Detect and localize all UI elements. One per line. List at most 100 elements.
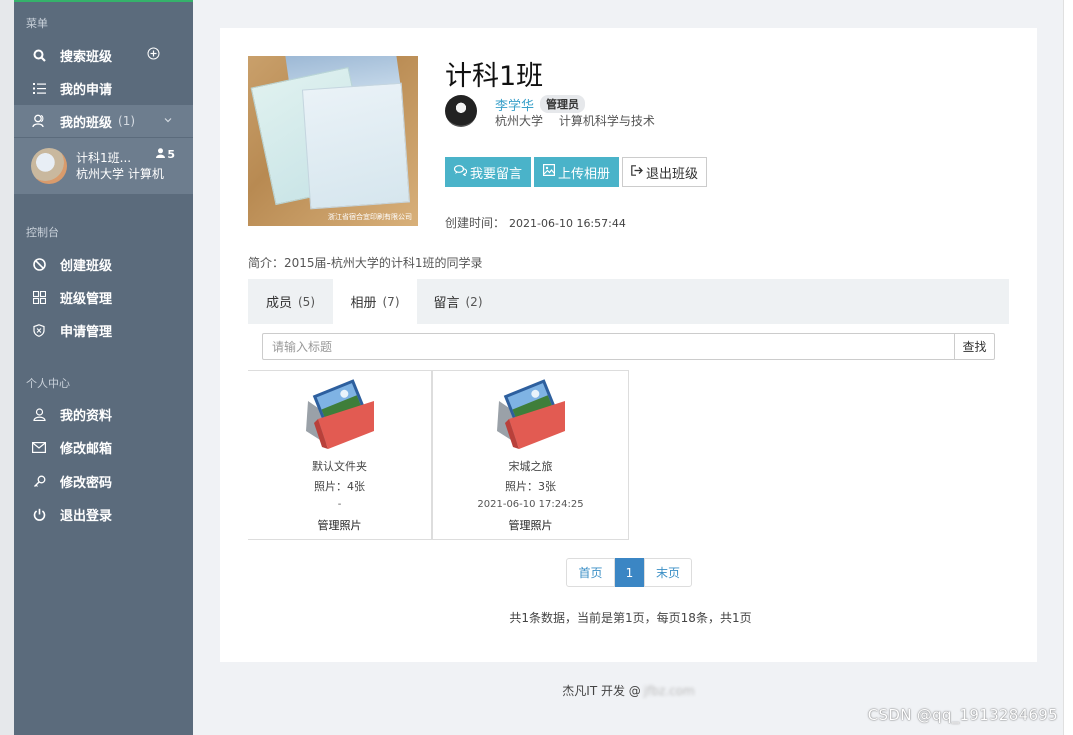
search-button[interactable]: 查找 xyxy=(954,333,995,360)
plus-circle-icon[interactable] xyxy=(147,47,160,64)
csdn-watermark: CSDN @qq_1913284695 xyxy=(867,706,1058,724)
page-current-button[interactable]: 1 xyxy=(615,558,644,587)
sidebar-item-logout[interactable]: 退出登录 xyxy=(14,498,193,530)
users-icon xyxy=(32,114,46,128)
tab-members[interactable]: 成员 (5) xyxy=(248,279,333,324)
avatar[interactable] xyxy=(445,95,477,127)
tab-count: (5) xyxy=(298,294,315,309)
tab-label: 留言 xyxy=(433,296,460,311)
tab-label: 成员 xyxy=(265,296,292,311)
tab-albums[interactable]: 相册 (7) xyxy=(333,279,417,324)
photo-folder-icon xyxy=(495,379,569,451)
sidebar-item-count: (1) xyxy=(118,114,136,128)
sidebar-item-my-class[interactable]: 我的班级 (1) xyxy=(14,105,193,137)
cover-paper xyxy=(301,82,411,210)
album-search-input[interactable]: 请输入标题 xyxy=(262,333,955,360)
pagination: 首页 1 末页 xyxy=(566,558,692,587)
album-card[interactable]: 宋城之旅 照片：3张 2021-06-10 17:24:25 管理照片 xyxy=(432,370,629,540)
sidebar-item-application-management[interactable]: 申请管理 xyxy=(14,314,193,346)
list-icon xyxy=(32,81,46,95)
leave-message-label: 我要留言 xyxy=(469,166,522,182)
upload-album-label: 上传相册 xyxy=(557,166,610,182)
left-scroll-strip xyxy=(0,0,14,735)
album-date: 2021-06-10 17:24:25 xyxy=(477,499,584,510)
sidebar-item-my-profile[interactable]: 我的资料 xyxy=(14,398,193,430)
footer-text: 杰凡IT 开发 @ xyxy=(562,684,641,698)
sidebar-item-create-class[interactable]: 创建班级 xyxy=(14,248,193,280)
right-scroll-strip xyxy=(1063,0,1073,735)
sidebar-item-class-management[interactable]: 班级管理 xyxy=(14,281,193,313)
album-name: 宋城之旅 xyxy=(508,460,553,473)
sidebar-item-search-class[interactable]: 搜索班级 xyxy=(14,39,193,71)
exit-class-button[interactable]: 退出班级 xyxy=(622,157,707,187)
sidebar-item-label: 退出登录 xyxy=(60,508,113,524)
leave-message-button[interactable]: 我要留言 xyxy=(445,157,531,187)
album-name: 默认文件夹 xyxy=(312,460,367,473)
sidebar-item-label: 班级管理 xyxy=(60,291,113,307)
class-title: 计科1班 xyxy=(445,61,544,92)
sidebar-item-label: 申请管理 xyxy=(60,324,113,340)
ban-icon xyxy=(32,257,46,271)
page-footer: 杰凡IT 开发 @ jfbz.com xyxy=(220,682,1037,699)
member-count: 5 xyxy=(167,148,175,161)
album-photo-count: 照片：3张 xyxy=(505,480,556,493)
footer-domain: jfbz.com xyxy=(643,684,695,698)
album-photo-count: 照片：4张 xyxy=(314,480,365,493)
image-icon xyxy=(542,164,555,180)
cover-watermark: 浙江省宿合宜印刷有限公司 xyxy=(328,213,412,221)
class-tabs: 成员 (5) 相册 (7) 留言 (2) xyxy=(248,279,1009,324)
photo-folder-icon xyxy=(304,379,378,451)
sidebar-item-change-password[interactable]: 修改密码 xyxy=(14,465,193,497)
grid-icon xyxy=(32,290,46,304)
console-section-title: 控制台 xyxy=(26,226,59,239)
sign-out-icon xyxy=(631,164,643,180)
album-card[interactable]: 默认文件夹 照片：4张 - 管理照片 xyxy=(248,370,432,540)
owner-school: 杭州大学 计算机科学与技术 xyxy=(495,112,655,129)
pagination-info: 共1条数据，当前是第1页，每页18条，共1页 xyxy=(509,611,752,625)
sidebar-item-label: 创建班级 xyxy=(60,258,113,274)
tab-count: (2) xyxy=(465,294,483,309)
tab-count: (7) xyxy=(382,294,400,309)
class-entry-school: 杭州大学 计算机 xyxy=(76,167,164,181)
owner-major: 计算机科学与技术 xyxy=(558,114,655,128)
class-thumbnail xyxy=(31,148,67,184)
admin-badge: 管理员 xyxy=(540,95,585,113)
created-time: 创建时间： 2021-06-10 16:57:44 xyxy=(445,214,626,231)
chevron-down-icon[interactable] xyxy=(163,114,173,129)
envelope-icon xyxy=(32,440,46,454)
menu-section-title: 菜单 xyxy=(26,17,48,30)
manage-photos-link[interactable]: 管理照片 xyxy=(248,517,431,533)
class-entry-members: 5 xyxy=(156,148,175,161)
comments-icon xyxy=(453,164,468,180)
sidebar-top-accent xyxy=(14,0,193,2)
created-label: 创建时间： xyxy=(445,216,506,230)
exit-class-label: 退出班级 xyxy=(645,166,698,182)
upload-album-button[interactable]: 上传相册 xyxy=(534,157,619,187)
class-detail-card: 浙江省宿合宜印刷有限公司 计科1班 李学华 管理员 杭州大学 计算机科学与技术 … xyxy=(220,28,1037,662)
owner-school-name: 杭州大学 xyxy=(495,114,544,128)
manage-photos-link[interactable]: 管理照片 xyxy=(433,517,628,533)
tab-messages[interactable]: 留言 (2) xyxy=(417,279,499,324)
sidebar-item-change-email[interactable]: 修改邮箱 xyxy=(14,431,193,463)
key-icon xyxy=(32,474,46,488)
page-last-button[interactable]: 末页 xyxy=(644,558,692,587)
sidebar-item-label: 搜索班级 xyxy=(60,49,113,65)
user-icon xyxy=(32,407,46,421)
sidebar-item-label: 修改密码 xyxy=(60,475,113,491)
page-first-button[interactable]: 首页 xyxy=(566,558,615,587)
sidebar-item-my-applications[interactable]: 我的申请 xyxy=(14,72,193,104)
sidebar-item-label: 我的资料 xyxy=(60,408,113,424)
user-icon xyxy=(156,148,166,161)
class-intro: 简介：2015届-杭州大学的计科1班的同学录 xyxy=(248,256,483,270)
created-value: 2021-06-10 16:57:44 xyxy=(509,217,626,230)
sidebar: 菜单 搜索班级 我的申请 我的班级 (1) 计科1班... 杭州大学 计算机 5… xyxy=(14,0,193,735)
sidebar-item-label: 我的班级 xyxy=(60,115,113,131)
class-cover-image: 浙江省宿合宜印刷有限公司 xyxy=(248,56,418,226)
sidebar-item-label: 修改邮箱 xyxy=(60,441,113,457)
sidebar-class-entry[interactable]: 计科1班... 杭州大学 计算机 5 xyxy=(14,138,193,194)
shield-icon xyxy=(32,323,46,337)
power-icon xyxy=(32,507,46,521)
album-date: - xyxy=(337,499,342,510)
class-entry-name: 计科1班... xyxy=(76,151,132,165)
search-icon xyxy=(32,48,46,62)
